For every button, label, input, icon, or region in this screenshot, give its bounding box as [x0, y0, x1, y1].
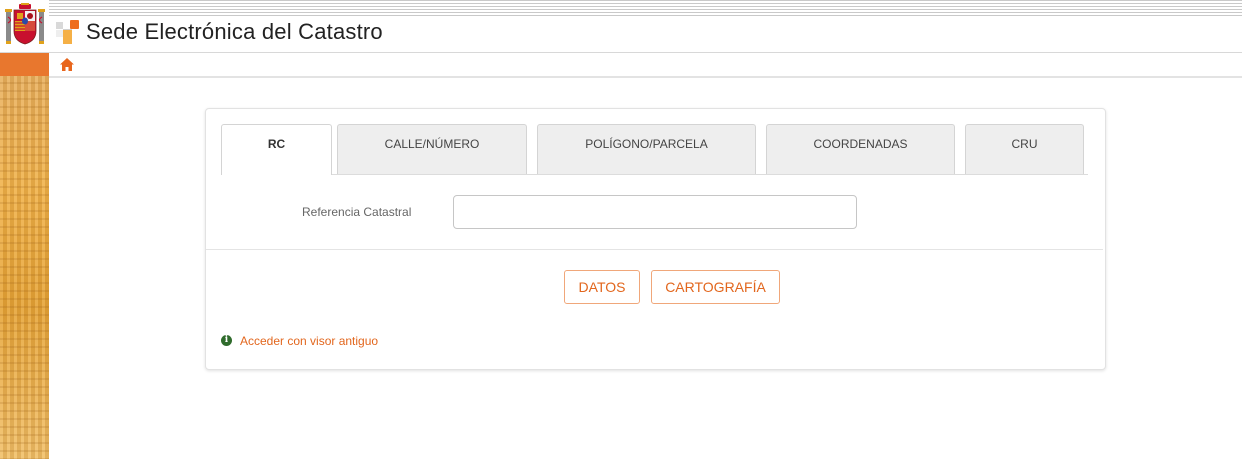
site-header: Sede Electrónica del Catastro	[0, 0, 1242, 53]
tab-coordenadas[interactable]: COORDENADAS	[766, 124, 955, 174]
tab-poligono-parcela[interactable]: POLÍGONO/PARCELA	[537, 124, 756, 174]
info-icon: i	[221, 335, 232, 347]
home-icon[interactable]	[59, 57, 75, 72]
tab-calle-numero[interactable]: CALLE/NÚMERO	[337, 124, 527, 174]
cartografia-button[interactable]: CARTOGRAFÍA	[651, 270, 780, 304]
coat-of-arms-logo	[5, 3, 45, 45]
panel-divider	[206, 249, 1103, 250]
referencia-catastral-input[interactable]	[453, 195, 857, 229]
legacy-viewer-link[interactable]: i Acceder con visor antiguo	[221, 334, 378, 350]
tab-rc[interactable]: RC	[221, 124, 332, 175]
tab-cru[interactable]: CRU	[965, 124, 1084, 174]
side-decorative-image	[0, 76, 49, 459]
site-title: Sede Electrónica del Catastro	[86, 19, 383, 44]
breadcrumb-bar	[0, 53, 1242, 78]
catastro-logo-icon	[56, 20, 79, 44]
tabs-baseline	[221, 174, 1088, 175]
datos-button[interactable]: DATOS	[564, 270, 640, 304]
nav-accent-block	[0, 53, 49, 76]
referencia-catastral-label: Referencia Catastral	[302, 205, 412, 219]
header-stripes	[49, 0, 1242, 17]
legacy-viewer-label[interactable]: Acceder con visor antiguo	[240, 334, 378, 348]
